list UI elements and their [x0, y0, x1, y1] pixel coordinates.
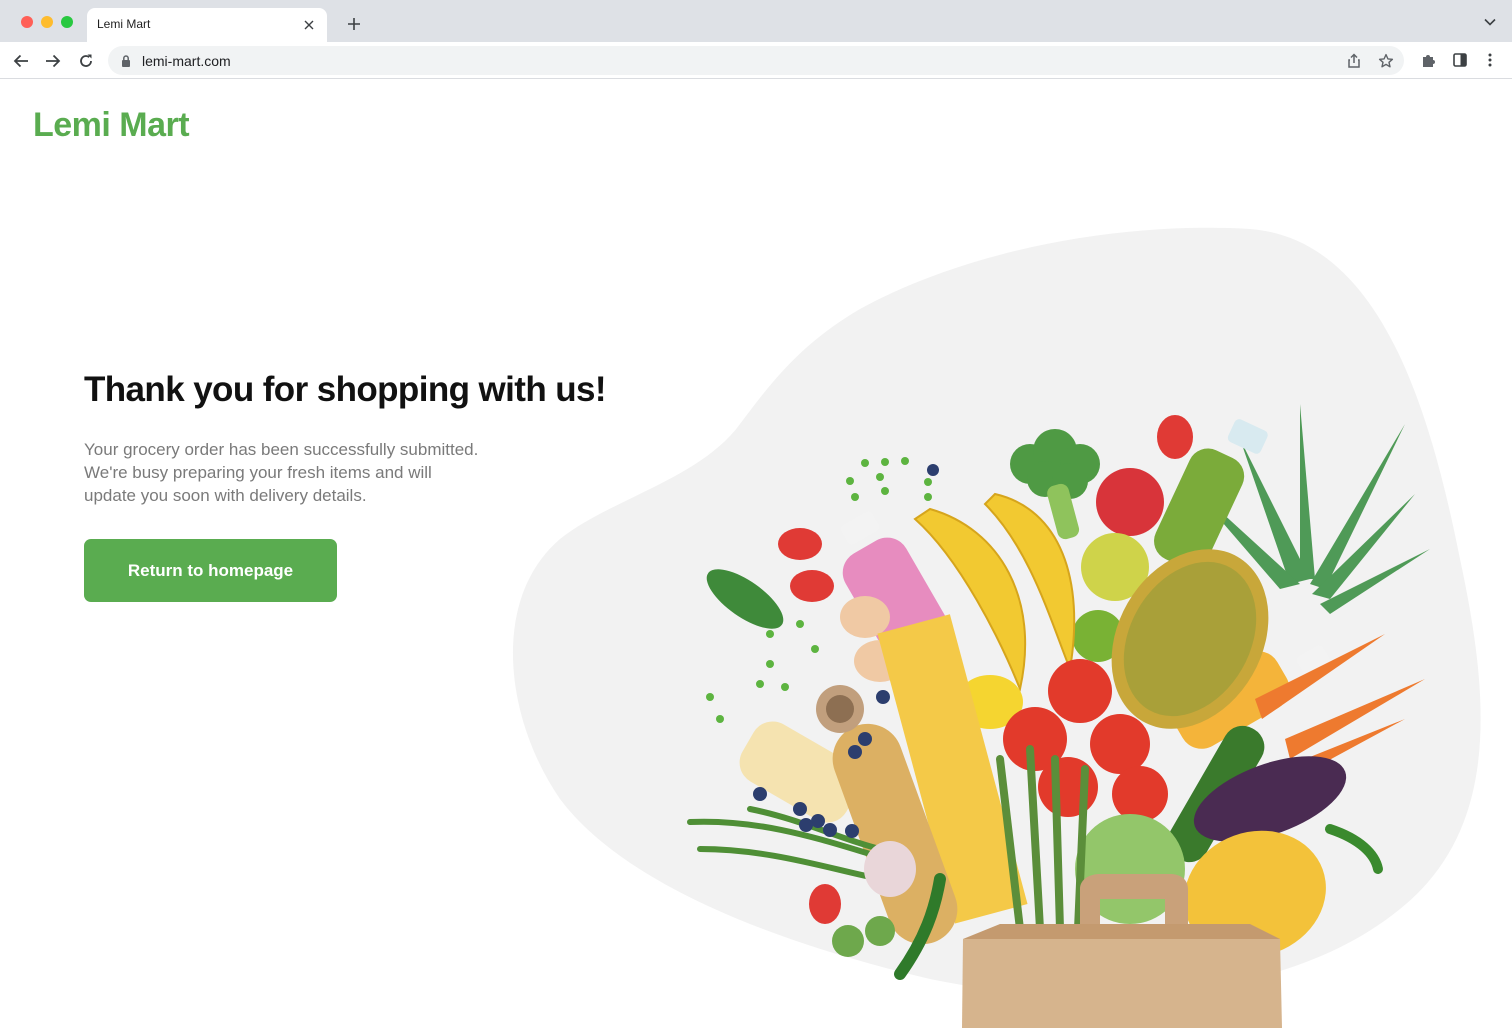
pineapple	[1111, 549, 1269, 729]
lettuce	[1075, 814, 1185, 924]
tomatoes	[1003, 659, 1168, 822]
message-line: Your grocery order has been successfully…	[84, 440, 479, 459]
lime	[1072, 610, 1124, 662]
background-blob	[512, 227, 1481, 997]
spaghetti	[877, 614, 1028, 924]
tab-title: Lemi Mart	[97, 17, 151, 31]
browser-toolbar: lemi-mart.com	[0, 42, 1512, 79]
reload-icon[interactable]	[75, 50, 97, 72]
more-icon[interactable]	[1479, 49, 1501, 71]
orange-juice-bottle	[1170, 645, 1334, 749]
pink-juice-bottle	[840, 511, 948, 661]
side-panel-icon[interactable]	[1449, 49, 1471, 71]
window-zoom-button[interactable]	[61, 16, 73, 28]
brussels-sprouts	[832, 916, 895, 957]
green-apple	[1081, 533, 1149, 601]
window-minimize-button[interactable]	[41, 16, 53, 28]
mushroom	[816, 685, 864, 733]
confirmation-message: Your grocery order has been successfully…	[84, 438, 524, 507]
broccoli	[1010, 429, 1100, 540]
peas	[706, 457, 932, 723]
back-arrow-icon[interactable]	[10, 50, 32, 72]
strawberries	[778, 415, 1193, 924]
chili-pepper	[894, 873, 946, 980]
bananas	[913, 492, 1076, 693]
page-title: Thank you for shopping with us!	[84, 370, 607, 409]
red-apple	[1096, 468, 1164, 536]
melon	[1184, 830, 1326, 958]
cream-juice-bottle	[739, 721, 861, 823]
lemon	[957, 675, 1023, 729]
green-beans	[687, 806, 883, 882]
url-text[interactable]: lemi-mart.com	[142, 53, 231, 69]
carrots	[1255, 634, 1425, 784]
forward-arrow-icon[interactable]	[42, 50, 64, 72]
lock-icon[interactable]	[120, 54, 132, 68]
chevron-down-icon[interactable]	[1482, 14, 1498, 30]
message-line: update you soon with delivery details.	[84, 486, 367, 505]
return-to-homepage-button[interactable]: Return to homepage	[84, 539, 337, 602]
garlic	[864, 841, 916, 897]
window-close-button[interactable]	[21, 16, 33, 28]
close-icon[interactable]	[299, 15, 319, 35]
spinach-leaf	[706, 569, 784, 629]
blueberries	[753, 464, 939, 838]
share-icon[interactable]	[1343, 50, 1365, 72]
asparagus	[996, 745, 1089, 933]
address-bar[interactable]: lemi-mart.com	[108, 46, 1404, 75]
browser-tab-strip: Lemi Mart	[0, 0, 1512, 42]
pineapple-leaves	[1185, 404, 1430, 614]
message-line: We're busy preparing your fresh items an…	[84, 463, 432, 482]
eggs	[840, 596, 906, 682]
plus-icon[interactable]	[343, 13, 365, 35]
eggplant	[1193, 756, 1347, 842]
browser-tab-active[interactable]: Lemi Mart	[87, 8, 327, 42]
brand-logo[interactable]: Lemi Mart	[33, 106, 190, 145]
green-juice-bottle	[1154, 419, 1268, 569]
cucumber	[1167, 725, 1265, 863]
star-icon[interactable]	[1375, 50, 1397, 72]
green-chili	[1325, 824, 1383, 874]
paper-bag	[962, 874, 1282, 1028]
puzzle-icon[interactable]	[1417, 49, 1439, 71]
baguette	[832, 723, 958, 945]
